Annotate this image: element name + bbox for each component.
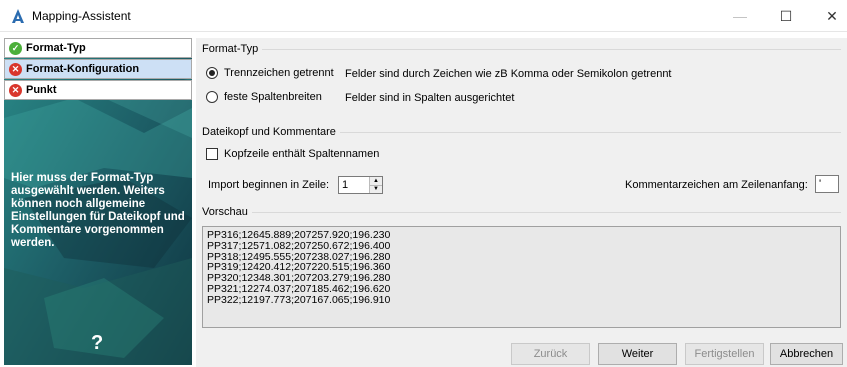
error-icon: ✕	[9, 62, 22, 76]
wizard-sidebar: ✓ Format-Typ ✕ Format-Konfiguration ✕ Pu…	[4, 38, 192, 365]
stepper-down-icon[interactable]: ▼	[370, 185, 382, 193]
cancel-button[interactable]: Abbrechen	[770, 343, 843, 365]
main-panel: Format-Typ Trennzeichen getrennt Felder …	[196, 38, 847, 367]
step-label: Format-Typ	[26, 42, 86, 54]
radio-description: Felder sind durch Zeichen wie zB Komma o…	[345, 68, 672, 80]
radio-button[interactable]	[206, 91, 218, 103]
back-button[interactable]: Zurück	[511, 343, 590, 365]
close-icon: ✕	[826, 7, 838, 24]
preview-line: PP317;12571.082;207250.672;196.400	[207, 239, 391, 252]
import-start-label: Import beginnen in Zeile:	[208, 179, 330, 191]
stepper-up-icon[interactable]: ▲	[370, 177, 382, 186]
step-format-typ[interactable]: ✓ Format-Typ	[4, 38, 192, 58]
maximize-icon: ☐	[779, 7, 793, 24]
checkbox-label[interactable]: Kopfzeile enthält Spaltennamen	[224, 148, 379, 160]
comment-char-label: Kommentarzeichen am Zeilenanfang:	[625, 179, 808, 191]
next-button[interactable]: Weiter	[598, 343, 677, 365]
maximize-button[interactable]: ☐	[763, 0, 809, 32]
file-header-group: Dateikopf und Kommentare Kopfzeile enthä…	[196, 126, 847, 206]
finish-button[interactable]: Fertigstellen	[685, 343, 764, 365]
window-title: Mapping-Assistent	[32, 9, 131, 23]
group-title: Vorschau	[202, 206, 252, 218]
app-logo-icon	[12, 9, 24, 23]
radio-delimited[interactable]: Trennzeichen getrennt	[206, 67, 334, 79]
group-title: Dateikopf und Kommentare	[202, 126, 340, 138]
step-label: Punkt	[26, 84, 57, 96]
group-divider	[202, 49, 841, 50]
preview-textarea[interactable]: PP316;12645.889;207257.920;196.230 PP317…	[202, 226, 841, 328]
radio-label[interactable]: feste Spaltenbreiten	[224, 91, 322, 103]
radio-label[interactable]: Trennzeichen getrennt	[224, 67, 334, 79]
import-start-stepper[interactable]: 1 ▲ ▼	[338, 176, 383, 194]
error-icon: ✕	[9, 83, 22, 97]
radio-fixed-width[interactable]: feste Spaltenbreiten	[206, 91, 322, 103]
minimize-icon: —	[733, 8, 747, 24]
stepper-buttons: ▲ ▼	[369, 177, 382, 193]
help-icon[interactable]: ?	[91, 332, 103, 355]
step-punkt[interactable]: ✕ Punkt	[4, 80, 192, 100]
preview-line: PP322;12197.773;207167.065;196.910	[207, 293, 391, 306]
comment-char-input[interactable]: '	[815, 175, 839, 193]
radio-description: Felder sind in Spalten ausgerichtet	[345, 92, 515, 104]
step-label: Format-Konfiguration	[26, 63, 140, 75]
header-row-checkbox[interactable]: Kopfzeile enthält Spaltennamen	[206, 148, 379, 160]
close-button[interactable]: ✕	[809, 0, 847, 32]
radio-button[interactable]	[206, 67, 218, 79]
wizard-steps: ✓ Format-Typ ✕ Format-Konfiguration ✕ Pu…	[4, 38, 192, 101]
format-type-group: Format-Typ Trennzeichen getrennt Felder …	[196, 43, 847, 123]
group-divider	[202, 212, 841, 213]
group-title: Format-Typ	[202, 43, 263, 55]
step-help-text: Hier muss der Format-Typ ausgewählt werd…	[11, 172, 185, 249]
checkbox[interactable]	[206, 148, 218, 160]
step-format-konfiguration[interactable]: ✕ Format-Konfiguration	[4, 59, 192, 79]
check-icon: ✓	[9, 41, 22, 55]
import-start-value[interactable]: 1	[339, 177, 369, 193]
minimize-button[interactable]: —	[717, 0, 763, 32]
title-bar: Mapping-Assistent — ☐ ✕	[0, 0, 847, 32]
